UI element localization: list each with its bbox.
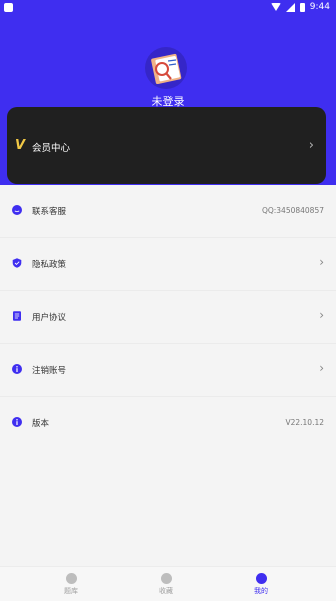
tab-mine[interactable]: 我的 (231, 573, 291, 596)
menu-item-label: 联系客服 (32, 207, 67, 217)
tab-label: 收藏 (159, 587, 173, 595)
menu-item-privacy-policy[interactable]: 隐私政策 › (0, 238, 336, 291)
menu-item-version[interactable]: 版本 V22.10.12 (0, 397, 336, 449)
chevron-right-icon: › (319, 255, 324, 269)
menu-item-label: 注销账号 (32, 366, 67, 376)
signal-icon (285, 2, 295, 12)
tab-favorites[interactable]: 收藏 (136, 573, 196, 596)
tab-question-bank[interactable]: 题库 (41, 573, 101, 596)
book-icon (65, 573, 77, 584)
chevron-right-icon: › (319, 308, 324, 322)
smile-icon (12, 205, 22, 215)
app-notification-icon (4, 3, 13, 12)
menu-item-label: 隐私政策 (32, 260, 67, 270)
vip-center-label: 会员中心 (32, 143, 71, 154)
status-bar: 9:44 (0, 0, 336, 16)
info-icon (12, 364, 22, 374)
status-time: 9:44 (309, 2, 330, 12)
chevron-right-icon: › (308, 138, 314, 153)
tab-label: 题库 (64, 587, 78, 595)
menu-item-label: 版本 (32, 419, 50, 429)
wifi-icon (270, 3, 281, 11)
document-icon (13, 311, 21, 321)
contact-qq-value: QQ:3450840857 (261, 206, 324, 215)
settings-list: 联系客服 QQ:3450840857 隐私政策 › 用户协议 › 注销账号 › (0, 185, 336, 565)
bottom-tab-bar: 题库 收藏 我的 (0, 566, 336, 601)
star-icon (160, 573, 172, 584)
menu-item-delete-account[interactable]: 注销账号 › (0, 344, 336, 397)
menu-item-label: 用户协议 (32, 313, 67, 323)
info-icon (12, 417, 22, 427)
menu-item-contact-support[interactable]: 联系客服 QQ:3450840857 (0, 185, 336, 238)
vip-logo-icon: V (15, 138, 26, 153)
app-logo-icon[interactable] (144, 46, 188, 90)
person-icon (255, 573, 267, 584)
shield-check-icon (12, 258, 22, 268)
menu-item-user-agreement[interactable]: 用户协议 › (0, 291, 336, 344)
vip-center-card[interactable]: V 会员中心 › (7, 107, 326, 184)
chevron-right-icon: › (319, 361, 324, 375)
version-value: V22.10.12 (285, 418, 324, 427)
battery-icon (299, 2, 305, 12)
tab-label: 我的 (254, 587, 268, 595)
